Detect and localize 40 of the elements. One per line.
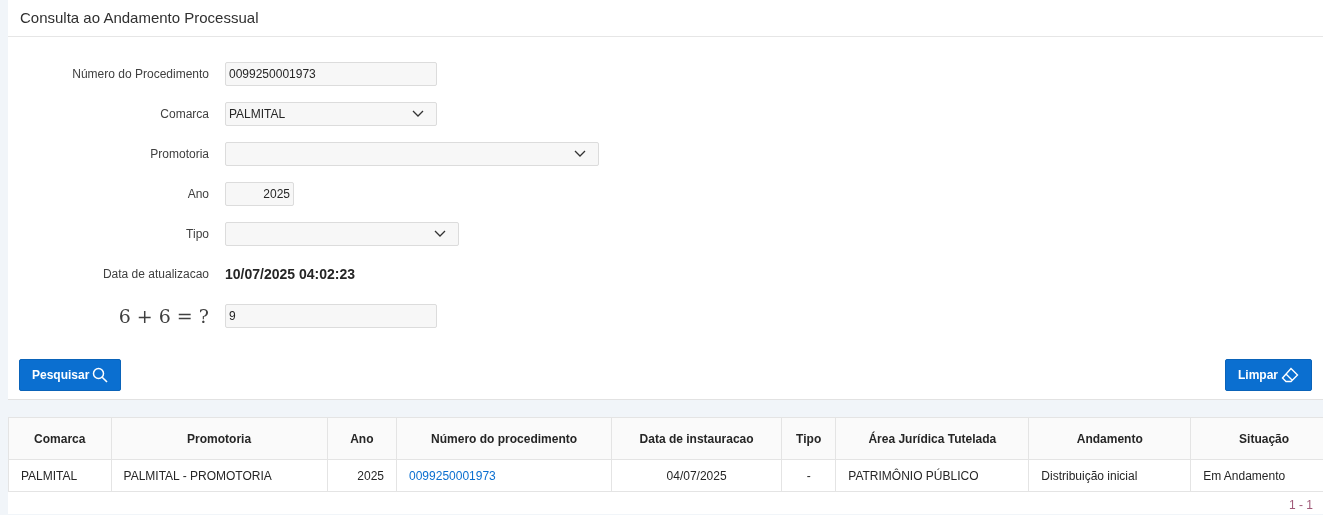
search-button[interactable]: Pesquisar <box>19 359 122 391</box>
column-header[interactable]: Número do procedimento <box>396 417 612 460</box>
field-label: Número do Procedimento <box>71 66 210 83</box>
select-field[interactable] <box>225 142 599 166</box>
eraser-icon <box>1281 367 1299 383</box>
column-header[interactable]: Área Jurídica Tutelada <box>835 417 1029 460</box>
column-header[interactable]: Andamento <box>1028 417 1191 460</box>
column-header[interactable]: Data de instauracao <box>611 417 782 460</box>
table-cell: 2025 <box>327 459 397 492</box>
field-label: Data de atualizacao <box>101 266 210 283</box>
chevron-down-icon <box>434 230 446 238</box>
select-field[interactable]: PALMITAL <box>225 102 437 126</box>
table-cell: 04/07/2025 <box>611 459 782 492</box>
select-field[interactable] <box>225 222 459 246</box>
table-cell: Distribuição inicial <box>1028 459 1191 492</box>
table-cell: PALMITAL <box>8 459 112 492</box>
input-field[interactable]: 2025 <box>225 182 294 206</box>
procedure-link[interactable]: 0099250001973 <box>409 468 496 483</box>
field-label: Ano <box>186 186 210 203</box>
column-header[interactable]: Promotoria <box>111 417 328 460</box>
field-label: Promotoria <box>149 146 210 163</box>
table-cell: - <box>781 459 836 492</box>
table-cell: PALMITAL - PROMOTORIA <box>111 459 328 492</box>
chevron-down-icon <box>412 110 424 118</box>
table-cell: PATRIMÔNIO PÚBLICO <box>835 459 1029 492</box>
field-label: Tipo <box>185 226 210 243</box>
chevron-down-icon <box>574 150 586 158</box>
answer-field[interactable]: 9 <box>225 304 437 328</box>
clear-button[interactable]: Limpar <box>1225 359 1312 391</box>
panel-title: Consulta ao Andamento Processual <box>20 7 259 28</box>
search-icon <box>92 367 109 383</box>
captcha-question: 6 + 6 = ? <box>117 303 210 329</box>
field-label: Comarca <box>159 106 210 123</box>
input-field[interactable]: 0099250001973 <box>225 62 437 86</box>
column-header[interactable]: Ano <box>327 417 397 460</box>
column-header[interactable]: Comarca <box>8 417 112 460</box>
column-header[interactable]: Situação <box>1190 417 1323 460</box>
pagination-text: 1 - 1 <box>1289 497 1313 514</box>
column-header[interactable]: Tipo <box>781 417 836 460</box>
update-date: 10/07/2025 04:02:23 <box>225 264 355 284</box>
